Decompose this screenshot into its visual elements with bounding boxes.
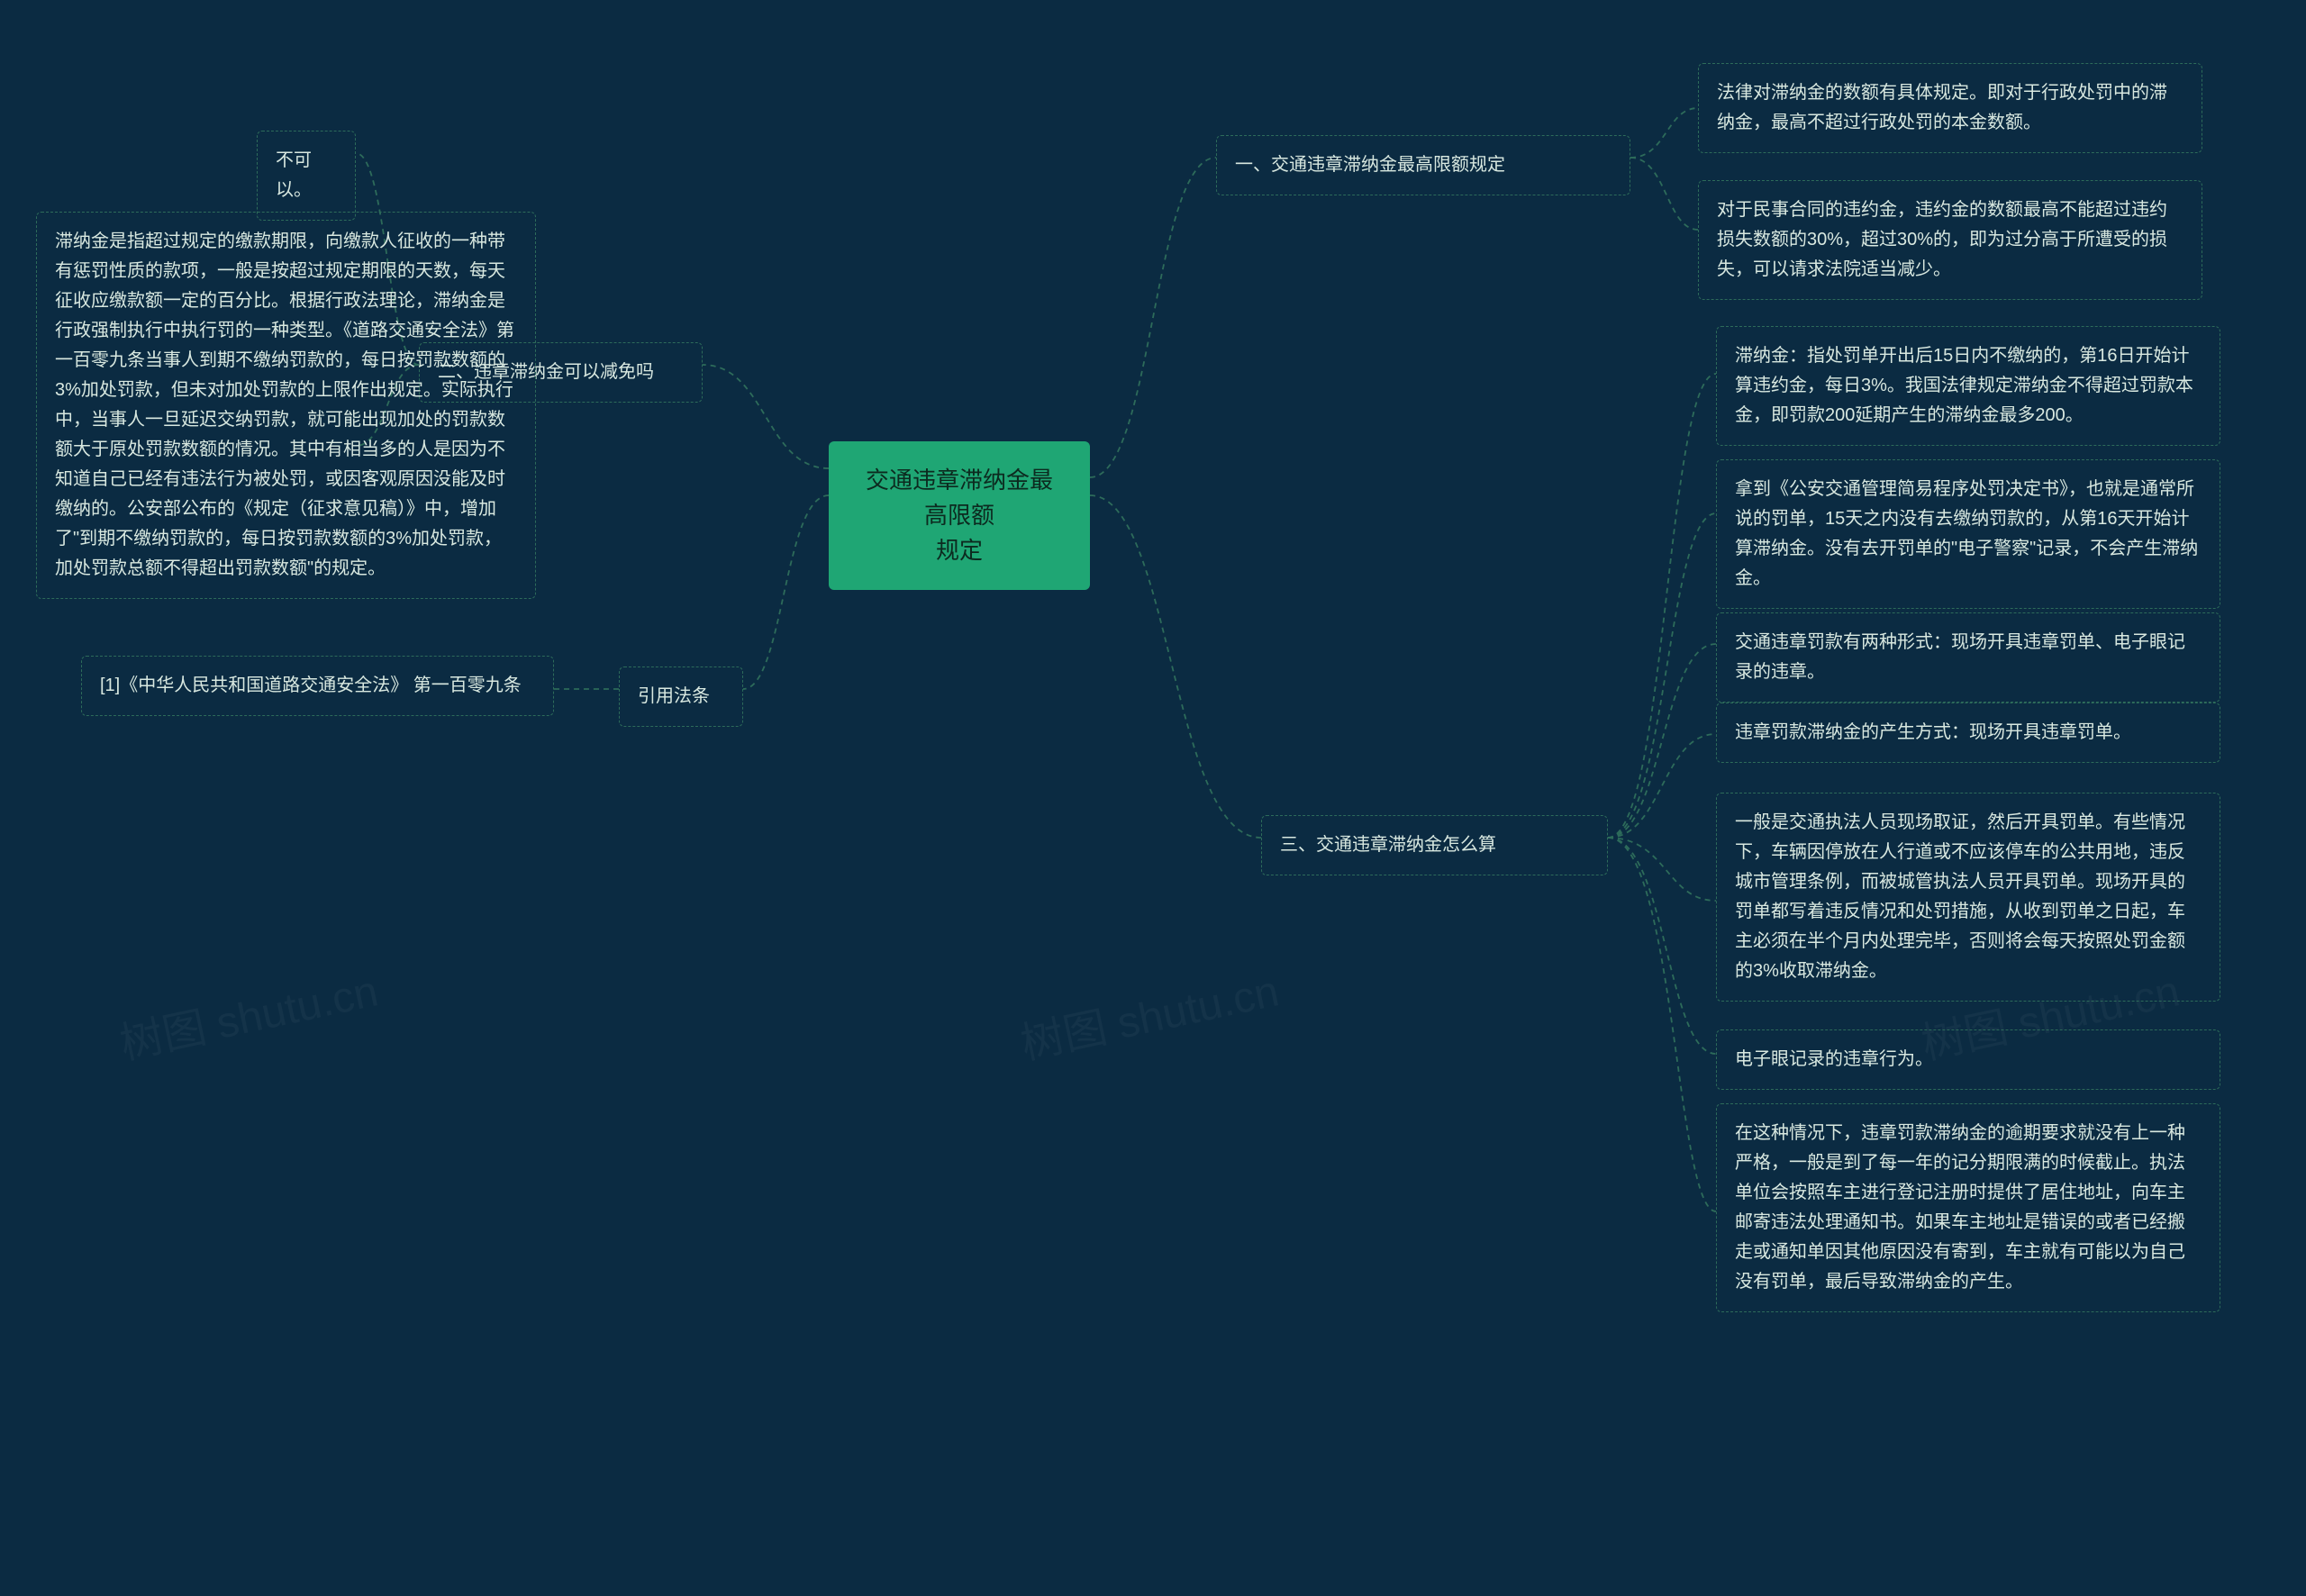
branch-3-child-2: 交通违章罚款有两种形式：现场开具违章罚单、电子眼记录的违章。 bbox=[1716, 612, 2220, 703]
branch-4: 引用法条 bbox=[619, 667, 743, 727]
branch-2-child-0: 不可以。 bbox=[257, 131, 356, 221]
branch-3-child-3: 违章罚款滞纳金的产生方式：现场开具违章罚单。 bbox=[1716, 703, 2220, 763]
root-node: 交通违章滞纳金最高限额 规定 bbox=[829, 441, 1090, 590]
watermark: 树图 shutu.cn bbox=[113, 956, 383, 1072]
root-line1: 交通违章滞纳金最高限额 bbox=[866, 467, 1053, 529]
branch-4-child-0: [1]《中华人民共和国道路交通安全法》 第一百零九条 bbox=[81, 656, 554, 716]
branch-3-child-5: 电子眼记录的违章行为。 bbox=[1716, 1029, 2220, 1090]
branch-3-child-1: 拿到《公安交通管理简易程序处罚决定书》，也就是通常所说的罚单，15天之内没有去缴… bbox=[1716, 459, 2220, 609]
root-line2: 规定 bbox=[936, 537, 983, 564]
branch-1: 一、交通违章滞纳金最高限额规定 bbox=[1216, 135, 1630, 195]
watermark: 树图 shutu.cn bbox=[1014, 956, 1284, 1072]
branch-3-child-4: 一般是交通执法人员现场取证，然后开具罚单。有些情况下，车辆因停放在人行道或不应该… bbox=[1716, 793, 2220, 1002]
branch-1-child-0: 法律对滞纳金的数额有具体规定。即对于行政处罚中的滞纳金，最高不超过行政处罚的本金… bbox=[1698, 63, 2202, 153]
branch-3-child-0: 滞纳金：指处罚单开出后15日内不缴纳的，第16日开始计算违约金，每日3%。我国法… bbox=[1716, 326, 2220, 446]
branch-2-child-1: 滞纳金是指超过规定的缴款期限，向缴款人征收的一种带有惩罚性质的款项，一般是按超过… bbox=[36, 212, 536, 599]
branch-1-child-1: 对于民事合同的违约金，违约金的数额最高不能超过违约损失数额的30%，超过30%的… bbox=[1698, 180, 2202, 300]
branch-3-child-6: 在这种情况下，违章罚款滞纳金的逾期要求就没有上一种严格，一般是到了每一年的记分期… bbox=[1716, 1103, 2220, 1312]
branch-3: 三、交通违章滞纳金怎么算 bbox=[1261, 815, 1608, 875]
